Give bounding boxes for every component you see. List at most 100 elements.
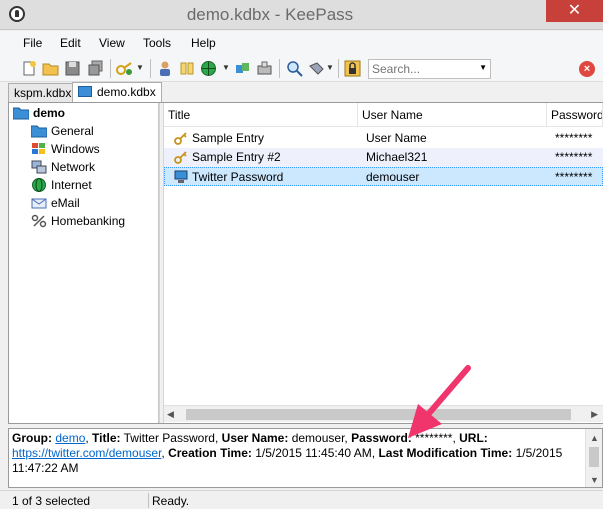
- scroll-right-icon[interactable]: ▶: [591, 409, 598, 420]
- tab-kspm-kdbx[interactable]: kspm.kdbx: [8, 83, 78, 102]
- entry-list[interactable]: Title User Name Password Sample Entry Us…: [164, 103, 603, 423]
- sync-icon[interactable]: [234, 60, 251, 77]
- computer-icon: [174, 170, 188, 183]
- toolbar: ▼ ▼ ▼ ▼ ×: [0, 55, 603, 82]
- find-icon[interactable]: [286, 60, 303, 77]
- scroll-thumb[interactable]: [186, 409, 571, 420]
- table-row[interactable]: Sample Entry #2 Michael321 ********: [164, 148, 603, 167]
- entry-password: ********: [555, 131, 593, 145]
- tree-item-label: Network: [51, 160, 96, 174]
- detail-value: ********: [415, 431, 453, 445]
- scroll-up-icon[interactable]: ▲: [590, 431, 599, 446]
- windows-logo-icon: [32, 143, 45, 154]
- menu-file[interactable]: File: [23, 36, 42, 50]
- tab-label: kspm.kdbx: [14, 86, 72, 100]
- column-header-username[interactable]: User Name: [358, 103, 547, 127]
- tree-item-windows[interactable]: Windows: [31, 142, 100, 160]
- search-box[interactable]: ▼: [368, 59, 491, 79]
- tree-item-label: Windows: [51, 142, 100, 156]
- menu-edit[interactable]: Edit: [60, 36, 81, 50]
- envelope-icon: [31, 198, 47, 209]
- tree-item-demo[interactable]: demo: [13, 106, 65, 124]
- tree-item-label: demo: [33, 106, 66, 120]
- folder-open-icon: [13, 107, 29, 120]
- open-url-dropdown-icon[interactable]: ▼: [222, 63, 230, 72]
- tab-demo-kdbx[interactable]: demo.kdbx: [72, 82, 162, 102]
- add-entry-dropdown-icon[interactable]: ▼: [136, 63, 144, 72]
- vertical-scrollbar[interactable]: ▲ ▼: [585, 429, 602, 487]
- detail-label: URL:: [459, 431, 488, 445]
- database-icon: [78, 86, 92, 97]
- copy-username-icon[interactable]: [157, 60, 174, 77]
- document-tabs: kspm.kdbx demo.kdbx: [0, 82, 603, 102]
- auto-type-icon[interactable]: [256, 60, 273, 77]
- save-icon[interactable]: [64, 60, 81, 77]
- entry-title-cell: Sample Entry: [170, 129, 358, 148]
- scroll-left-icon[interactable]: ◀: [167, 409, 174, 420]
- search-input[interactable]: [372, 62, 472, 76]
- column-header-title[interactable]: Title: [164, 103, 358, 127]
- tag-icon[interactable]: [308, 60, 325, 77]
- copy-password-icon[interactable]: [179, 60, 196, 77]
- search-dropdown-icon[interactable]: ▼: [479, 63, 487, 72]
- tree-item-homebanking[interactable]: Homebanking: [31, 214, 125, 232]
- title-bar: demo.kdbx - KeePass ✕: [0, 0, 603, 30]
- toolbar-separator: [279, 59, 280, 78]
- save-all-icon[interactable]: [87, 60, 104, 77]
- tree-item-network[interactable]: Network: [31, 160, 95, 178]
- url-link[interactable]: https://twitter.com/demouser: [12, 446, 161, 460]
- group-link[interactable]: demo: [55, 431, 85, 445]
- window-title: demo.kdbx - KeePass: [186, 5, 354, 24]
- percent-icon: [31, 214, 47, 228]
- scroll-down-icon[interactable]: ▼: [590, 473, 599, 488]
- column-header-password[interactable]: Password: [547, 103, 603, 127]
- menu-help[interactable]: Help: [191, 36, 216, 50]
- selection-count: 1 of 3 selected: [12, 494, 91, 508]
- close-window-button[interactable]: ✕: [546, 0, 603, 22]
- entry-title-cell: Twitter Password: [170, 168, 358, 187]
- entry-password: ********: [555, 150, 593, 164]
- detail-label: Title:: [92, 431, 121, 445]
- globe-icon: [32, 178, 46, 192]
- tree-item-label: Homebanking: [51, 214, 126, 228]
- key-icon: [174, 132, 187, 145]
- add-entry-icon[interactable]: [116, 60, 133, 77]
- new-database-icon[interactable]: [21, 60, 38, 77]
- tree-item-internet[interactable]: Internet: [31, 178, 92, 196]
- scroll-thumb[interactable]: [589, 447, 599, 467]
- main-area: demo General Windows Network Internet eM…: [8, 102, 603, 424]
- tag-dropdown-icon[interactable]: ▼: [326, 63, 334, 72]
- status-divider: [148, 493, 149, 508]
- menu-view[interactable]: View: [99, 36, 125, 50]
- detail-value: Twitter Password: [123, 431, 215, 445]
- table-row-selected[interactable]: Twitter Password demouser ********: [164, 167, 603, 186]
- menu-tools[interactable]: Tools: [143, 36, 171, 50]
- network-icon: [31, 160, 47, 174]
- list-header: Title User Name Password: [164, 103, 603, 127]
- tab-label: demo.kdbx: [97, 85, 156, 99]
- toolbar-separator: [338, 59, 339, 78]
- open-url-icon[interactable]: [200, 60, 217, 77]
- group-tree[interactable]: demo General Windows Network Internet eM…: [9, 103, 159, 423]
- entry-username: Michael321: [366, 150, 428, 164]
- status-text: Ready.: [152, 494, 190, 508]
- entry-password: ********: [555, 170, 593, 184]
- table-row[interactable]: Sample Entry User Name ********: [164, 129, 603, 148]
- tree-item-email[interactable]: eMail: [31, 196, 80, 214]
- clear-search-icon[interactable]: ×: [579, 61, 595, 77]
- key-icon: [174, 151, 187, 164]
- horizontal-scrollbar[interactable]: ◀ ▶: [164, 405, 603, 422]
- folder-icon: [31, 125, 47, 138]
- entry-title: Sample Entry: [192, 131, 265, 145]
- detail-label: Creation Time:: [168, 446, 252, 460]
- detail-label: Group:: [12, 431, 52, 445]
- toolbar-separator: [110, 59, 111, 78]
- tree-item-general[interactable]: General: [31, 124, 94, 142]
- entry-username: User Name: [366, 131, 427, 145]
- detail-label: User Name:: [221, 431, 289, 445]
- entry-title: Sample Entry #2: [192, 150, 281, 164]
- lock-workspace-icon[interactable]: [344, 60, 361, 77]
- open-folder-icon[interactable]: [42, 60, 59, 77]
- tree-item-label: General: [51, 124, 94, 138]
- detail-label: Last Modification Time:: [378, 446, 513, 460]
